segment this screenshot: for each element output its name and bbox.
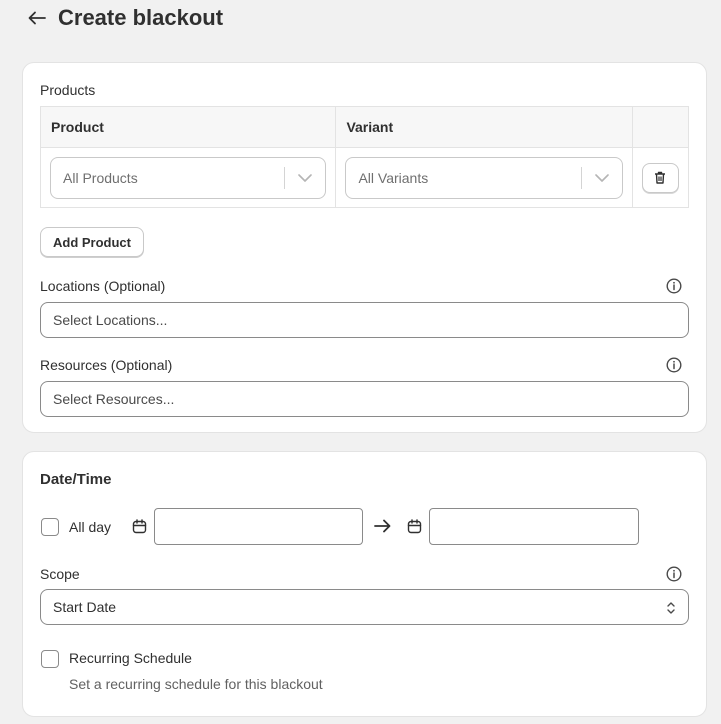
calendar-icon <box>132 519 147 534</box>
delete-row-button[interactable] <box>641 162 679 193</box>
add-product-button[interactable]: Add Product <box>40 227 144 257</box>
page-header: Create blackout <box>26 4 223 32</box>
product-select-value: All Products <box>63 169 138 186</box>
resources-label: Resources (Optional) <box>40 357 173 373</box>
datetime-card: Date/Time All day Scope Start Date Recur… <box>22 451 707 717</box>
scope-label: Scope <box>40 566 80 582</box>
column-header-actions <box>631 106 690 148</box>
table-header-row: Product Variant <box>39 106 690 148</box>
info-icon[interactable] <box>666 566 682 582</box>
info-icon[interactable] <box>666 278 682 294</box>
arrow-left-icon <box>28 11 46 25</box>
products-card: Products Product Variant All Products Al… <box>22 62 707 433</box>
chevron-down-icon[interactable] <box>582 173 622 182</box>
scope-select-value: Start Date <box>53 599 117 615</box>
resources-input[interactable]: Select Resources... <box>40 381 689 417</box>
products-table: Product Variant All Products All Variant… <box>39 106 690 208</box>
page-title: Create blackout <box>58 5 224 30</box>
chevron-down-icon[interactable] <box>285 173 325 182</box>
trash-icon <box>655 171 666 184</box>
column-header-variant: Variant <box>335 106 633 148</box>
all-day-label: All day <box>69 519 112 535</box>
locations-label: Locations (Optional) <box>40 278 166 294</box>
arrow-right-icon <box>374 519 391 533</box>
column-header-product: Product <box>39 106 337 148</box>
variant-select[interactable]: All Variants <box>345 156 623 199</box>
product-cell: All Products <box>39 147 337 208</box>
calendar-icon <box>407 519 422 534</box>
actions-cell <box>631 147 690 208</box>
back-button[interactable] <box>26 7 48 29</box>
variant-select-value: All Variants <box>358 169 429 186</box>
end-date-input[interactable] <box>429 508 639 545</box>
all-day-checkbox[interactable] <box>41 518 59 536</box>
recurring-help-text: Set a recurring schedule for this blacko… <box>69 676 323 692</box>
products-label: Products <box>40 82 96 98</box>
table-row: All Products All Variants <box>39 147 690 208</box>
select-arrows-icon <box>667 602 675 614</box>
datetime-title: Date/Time <box>40 471 112 488</box>
recurring-label: Recurring Schedule <box>69 650 192 666</box>
locations-input[interactable]: Select Locations... <box>40 302 689 338</box>
variant-cell: All Variants <box>335 147 633 208</box>
recurring-checkbox[interactable] <box>41 650 59 668</box>
info-icon[interactable] <box>666 357 682 373</box>
product-select[interactable]: All Products <box>50 156 327 199</box>
scope-select[interactable]: Start Date <box>40 589 689 625</box>
start-date-input[interactable] <box>154 508 363 545</box>
